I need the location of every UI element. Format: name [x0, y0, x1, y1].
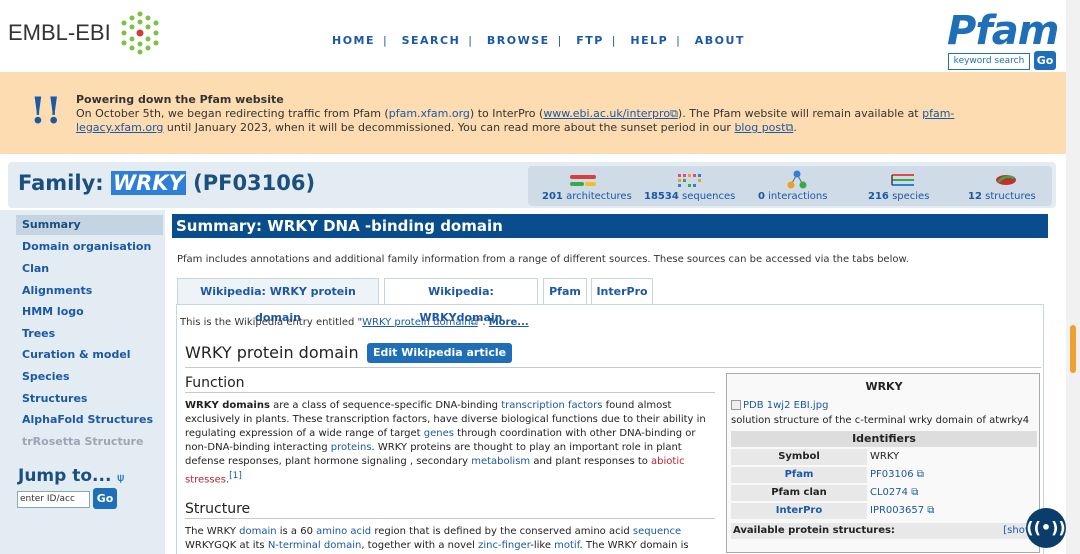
title-divider	[185, 367, 1041, 368]
sidebar-item-summary[interactable]: Summary	[16, 215, 163, 235]
species-icon	[891, 174, 914, 186]
wikipedia-intro: This is the Wikipedia entry entitled "WR…	[180, 317, 529, 328]
infobox-row-interpro: InterPro IPR003657 ⧉	[731, 503, 1037, 519]
tab-pfam[interactable]: Pfam	[543, 278, 587, 304]
structure-paragraph: The WRKY domain is a 60 amino acid regio…	[185, 526, 689, 551]
scrollbar-thumb[interactable]	[1070, 325, 1076, 373]
banner-title: Powering down the Pfam website	[76, 93, 284, 106]
broadcast-icon[interactable]: ((•))	[1026, 508, 1066, 548]
pfam-accession-link[interactable]: PF03106 ⧉	[870, 467, 924, 483]
architectures-icon	[570, 175, 596, 186]
nav-ftp[interactable]: FTP	[576, 34, 604, 47]
jump-to-title: Jump to... ⍦	[18, 466, 124, 486]
nav-browse[interactable]: BROWSE	[487, 34, 550, 47]
sidebar-item-hmm-logo[interactable]: HMM logo	[16, 302, 163, 322]
family-header: Family: WRKY (PF03106) 201 architectures…	[8, 162, 1056, 208]
function-divider	[185, 392, 715, 393]
article-title: WRKY protein domain	[185, 343, 359, 362]
nav-search[interactable]: SEARCH	[402, 34, 461, 47]
sidebar-item-trrosetta-structure: trRosetta Structure	[22, 435, 144, 448]
family-stats: 201 architectures 18534 sequences 0 inte…	[528, 166, 1052, 206]
page-scrollbar[interactable]	[1066, 0, 1080, 554]
structure-heading: Structure	[185, 501, 251, 517]
pfam-logo[interactable]: Pfam	[947, 8, 1059, 54]
pfam-link[interactable]: pfam.xfam.org	[389, 107, 470, 120]
pfam-legacy-link-a[interactable]: pfam-	[922, 107, 954, 120]
tab-wikipedia-wrky-protein-domain[interactable]: Wikipedia: WRKY protein domain	[177, 278, 379, 324]
broken-image-icon	[731, 400, 741, 410]
jump-to-go-button[interactable]: Go	[93, 488, 117, 509]
sidebar-item-alphafold-structures[interactable]: AlphaFold Structures	[16, 410, 163, 430]
structure-divider	[185, 518, 715, 519]
available-structures: Available protein structures: [show	[731, 523, 1037, 539]
wikipedia-entry-link[interactable]: WRKY protein domain	[362, 317, 471, 328]
jump-to-input[interactable]: enter ID/acc	[17, 491, 90, 508]
infobox-row-symbol: Symbol WRKY	[731, 449, 1037, 465]
sidebar-item-curation-model[interactable]: Curation & model	[16, 345, 163, 365]
sidebar-item-species[interactable]: Species	[16, 367, 163, 387]
nav-about[interactable]: ABOUT	[695, 34, 745, 47]
main-nav: HOME | SEARCH | BROWSE | FTP | HELP | ABOUT	[332, 34, 745, 47]
tab-wikipedia-wrkydomain[interactable]: Wikipedia: WRKYdomain	[384, 278, 538, 324]
summary-heading: Summary: WRKY DNA -binding domain	[172, 214, 1048, 238]
announcement-banner: !! Powering down the Pfam website On Oct…	[0, 72, 1066, 154]
blog-post-link[interactable]: blog post	[734, 121, 785, 134]
edit-wikipedia-article-button[interactable]: Edit Wikipedia article	[367, 343, 513, 363]
structures-icon	[996, 175, 1016, 185]
main-content: Summary: WRKY DNA -binding domain Pfam i…	[172, 214, 1048, 554]
sidebar-item-alignments[interactable]: Alignments	[16, 281, 163, 301]
tab-interpro[interactable]: InterPro	[591, 278, 653, 304]
family-title: Family: WRKY (PF03106)	[18, 171, 316, 195]
stat-interactions[interactable]: 0 interactions	[758, 191, 827, 202]
site-header: EMBL-EBI HOME | SEARCH | BROWSE | FTP | HELP…	[0, 0, 1066, 72]
wikipedia-panel: This is the Wikipedia entry entitled "WR…	[176, 304, 1044, 554]
keyword-search-input[interactable]: keyword search	[948, 53, 1030, 70]
help-icon[interactable]: ⍦	[117, 471, 124, 484]
stat-species[interactable]: 216 species	[868, 191, 929, 202]
banner-text: On October 5th, we began redirecting tra…	[76, 107, 955, 134]
function-paragraph: WRKY domains are a class of sequence-spe…	[185, 400, 706, 486]
infobox-caption: solution structure of the c-terminal wrk…	[731, 415, 1030, 426]
clan-link[interactable]: CL0274 ⧉	[870, 485, 918, 501]
infobox-row-pfam-clan: Pfam clan CL0274 ⧉	[731, 485, 1037, 501]
nav-help[interactable]: HELP	[630, 34, 668, 47]
sidebar-item-clan[interactable]: Clan	[16, 259, 163, 279]
embl-ebi-logo[interactable]: EMBL-EBI	[8, 20, 111, 46]
nav-home[interactable]: HOME	[332, 34, 375, 47]
sidebar-item-structures[interactable]: Structures	[16, 389, 163, 409]
keyword-search-go-button[interactable]: Go	[1034, 51, 1056, 70]
interactions-icon	[787, 170, 807, 189]
sidebar-item-domain-organisation[interactable]: Domain organisation	[16, 237, 163, 257]
stat-architectures[interactable]: 201 architectures	[542, 191, 632, 202]
summary-intro: Pfam includes annotations and additional…	[177, 254, 909, 265]
interpro-accession-link[interactable]: IPR003657 ⧉	[870, 503, 934, 519]
external-link-icon: ⧉	[470, 317, 478, 328]
interpro-link[interactable]: www.ebi.ac.uk/interpro	[543, 107, 670, 120]
embl-ebi-dots-icon	[121, 11, 159, 55]
function-heading: Function	[185, 375, 245, 391]
stat-structures[interactable]: 12 structures	[968, 191, 1036, 202]
warning-icon: !!	[30, 90, 62, 132]
infobox-row-pfam: Pfam PF03106 ⧉	[731, 467, 1037, 483]
infobox-image[interactable]: PDB 1wj2 EBI.jpg	[731, 400, 828, 411]
stat-sequences[interactable]: 18534 sequences	[644, 191, 735, 202]
infobox-title: WRKY	[865, 380, 903, 393]
family-name: WRKY	[110, 171, 186, 195]
sidebar: Summary Domain organisation Clan Alignme…	[0, 210, 165, 554]
external-link-icon: ⧉	[670, 107, 678, 120]
infobox: WRKY PDB 1wj2 EBI.jpg solution structure…	[726, 373, 1040, 553]
sequences-icon	[678, 174, 701, 187]
identifiers-heading: Identifiers	[731, 431, 1037, 447]
pfam-legacy-link-b[interactable]: legacy.xfam.org	[76, 121, 163, 134]
more-link[interactable]: More...	[489, 317, 529, 328]
sidebar-item-trees[interactable]: Trees	[16, 324, 163, 344]
